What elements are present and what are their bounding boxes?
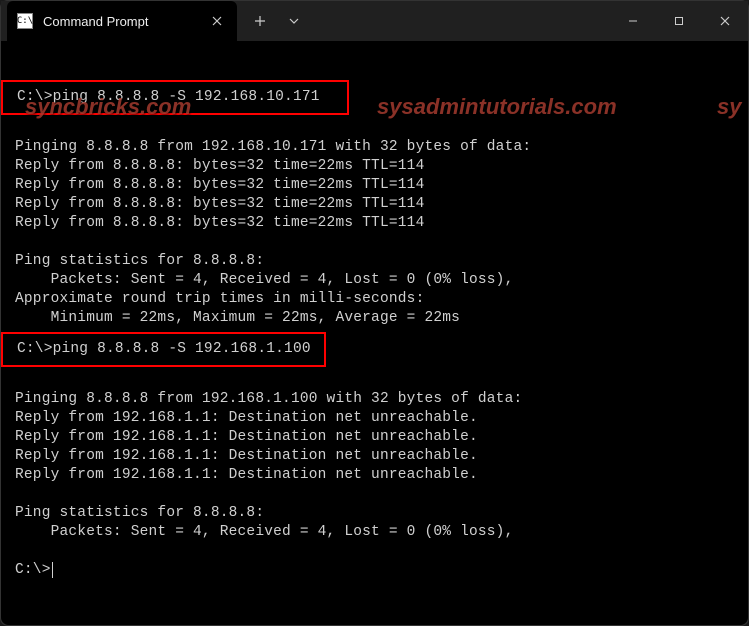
prompt: C:\>	[15, 562, 51, 578]
maximize-icon	[674, 16, 684, 26]
command-line: C:\>ping 8.8.8.8 -S 192.168.1.100	[3, 341, 311, 357]
window-controls	[610, 1, 748, 41]
output-line: Minimum = 22ms, Maximum = 22ms, Average …	[15, 310, 460, 326]
output-line: Ping statistics for 8.8.8.8:	[15, 253, 264, 269]
terminal-output[interactable]: syncbricks.comsysadmintutorials.comsyC:\…	[1, 41, 748, 625]
output-line: Ping statistics for 8.8.8.8:	[15, 505, 264, 521]
command-highlight-1: C:\>ping 8.8.8.8 -S 192.168.10.171	[1, 80, 349, 115]
active-tab[interactable]: C:\ Command Prompt	[7, 1, 237, 41]
plus-icon	[254, 15, 266, 27]
output-line: Pinging 8.8.8.8 from 192.168.1.100 with …	[15, 391, 522, 407]
close-tab-button[interactable]	[207, 11, 227, 31]
cmd-icon: C:\	[17, 13, 33, 29]
output-line: Reply from 8.8.8.8: bytes=32 time=22ms T…	[15, 158, 424, 174]
output-line: Reply from 8.8.8.8: bytes=32 time=22ms T…	[15, 196, 424, 212]
output-line: Reply from 8.8.8.8: bytes=32 time=22ms T…	[15, 177, 424, 193]
cursor	[52, 562, 53, 578]
command-line: C:\>ping 8.8.8.8 -S 192.168.10.171	[3, 89, 320, 105]
output-line: Packets: Sent = 4, Received = 4, Lost = …	[15, 524, 513, 540]
watermark-text: sy	[717, 97, 741, 116]
close-icon	[212, 16, 222, 26]
output-line: Reply from 192.168.1.1: Destination net …	[15, 448, 478, 464]
tab-dropdown-button[interactable]	[277, 4, 311, 38]
output-line: Pinging 8.8.8.8 from 192.168.10.171 with…	[15, 139, 531, 155]
close-window-button[interactable]	[702, 1, 748, 41]
output-line: Reply from 192.168.1.1: Destination net …	[15, 429, 478, 445]
watermark-text: sysadmintutorials.com	[377, 97, 617, 116]
output-line: Reply from 192.168.1.1: Destination net …	[15, 410, 478, 426]
close-icon	[720, 16, 730, 26]
output-line: Packets: Sent = 4, Received = 4, Lost = …	[15, 272, 513, 288]
titlebar: C:\ Command Prompt	[1, 1, 748, 41]
tabbar-actions	[243, 4, 311, 38]
new-tab-button[interactable]	[243, 4, 277, 38]
command-highlight-2: C:\>ping 8.8.8.8 -S 192.168.1.100	[1, 332, 326, 367]
minimize-button[interactable]	[610, 1, 656, 41]
maximize-button[interactable]	[656, 1, 702, 41]
tab-title: Command Prompt	[43, 14, 197, 29]
output-line: Reply from 8.8.8.8: bytes=32 time=22ms T…	[15, 215, 424, 231]
output-line: Reply from 192.168.1.1: Destination net …	[15, 467, 478, 483]
minimize-icon	[628, 16, 638, 26]
chevron-down-icon	[289, 18, 299, 24]
output-line: Approximate round trip times in milli-se…	[15, 291, 424, 307]
